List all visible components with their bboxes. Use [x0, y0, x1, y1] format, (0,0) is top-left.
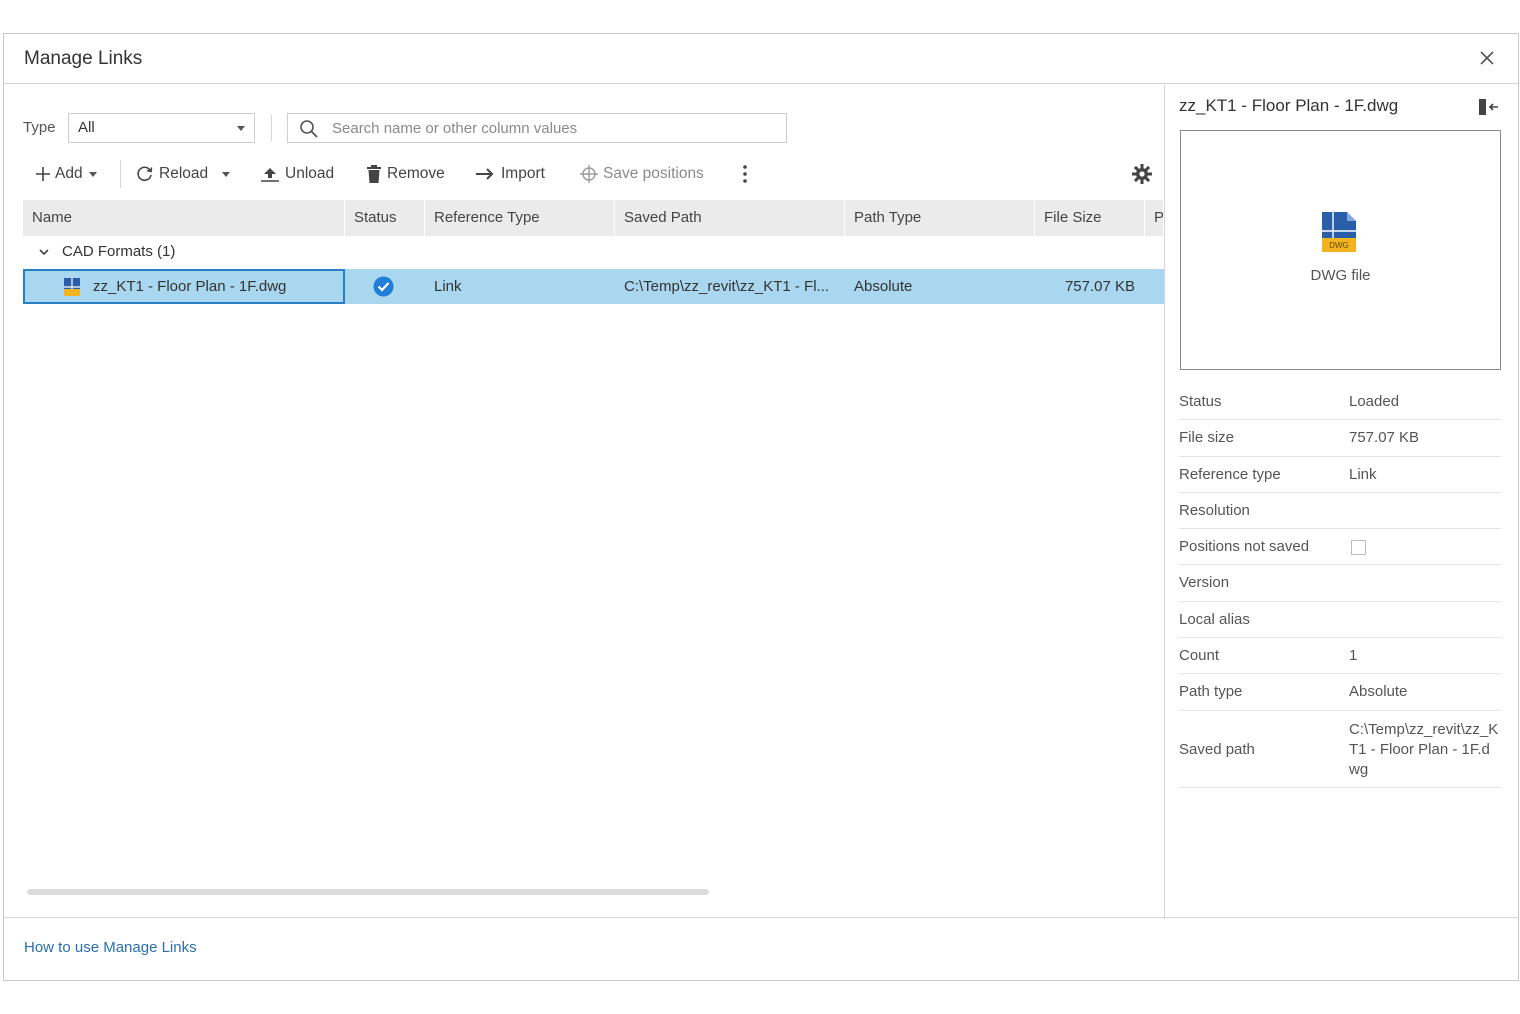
file-preview: DWG DWG file — [1180, 130, 1501, 370]
dialog-titlebar: Manage Links — [4, 34, 1518, 84]
property-version: Version — [1179, 565, 1501, 602]
import-label: Import — [501, 165, 545, 182]
column-header-saved-path[interactable]: Saved Path — [615, 200, 845, 236]
remove-button[interactable]: Remove — [365, 163, 445, 185]
type-label: Type — [23, 119, 56, 136]
chevron-down-icon[interactable] — [38, 246, 50, 258]
collapse-panel-icon[interactable] — [1477, 98, 1499, 116]
search-input[interactable] — [332, 118, 772, 138]
row-reference-type: Link — [434, 278, 462, 295]
dwg-file-icon: DWG — [1322, 212, 1356, 252]
preview-label: DWG file — [1310, 267, 1371, 284]
property-reference-type: Reference type Link — [1179, 457, 1501, 493]
manage-links-dialog: Manage Links Type All Add — [3, 33, 1519, 981]
property-path-type: Path type Absolute — [1179, 674, 1501, 711]
links-table: Name Status Reference Type Saved Path Pa… — [23, 200, 1164, 304]
search-box[interactable] — [287, 113, 787, 143]
property-resolution: Resolution — [1179, 493, 1501, 530]
dialog-title: Manage Links — [24, 48, 143, 69]
add-button[interactable]: Add — [35, 163, 97, 185]
positions-not-saved-checkbox[interactable] — [1351, 540, 1366, 556]
arrow-right-icon — [476, 168, 494, 180]
column-header-path-type[interactable]: Path Type — [845, 200, 1035, 236]
remove-label: Remove — [387, 165, 445, 182]
divider — [271, 115, 272, 141]
more-vertical-icon — [743, 165, 747, 183]
property-local-alias: Local alias — [1179, 602, 1501, 639]
import-button[interactable]: Import — [475, 163, 545, 185]
check-circle-icon — [373, 276, 394, 297]
reload-label: Reload — [159, 165, 209, 182]
property-positions-not-saved: Positions not saved — [1179, 529, 1501, 566]
settings-button[interactable] — [1131, 163, 1157, 185]
column-header-reference-type[interactable]: Reference Type — [425, 200, 615, 236]
plus-icon — [36, 167, 50, 181]
row-path-type: Absolute — [854, 278, 913, 295]
property-file-size: File size 757.07 KB — [1179, 420, 1501, 457]
search-icon — [300, 120, 318, 138]
horizontal-scrollbar[interactable] — [27, 889, 709, 895]
chevron-down-icon — [222, 171, 231, 177]
group-row-cad-formats[interactable]: CAD Formats (1) — [23, 236, 1164, 269]
reload-icon — [137, 166, 153, 182]
gear-icon — [1132, 164, 1152, 184]
row-saved-path: C:\Temp\zz_revit\zz_KT1 - Fl... — [624, 278, 830, 295]
table-row[interactable]: zz_KT1 - Floor Plan - 1F.dwg Link C:\Tem… — [23, 269, 1164, 304]
details-title: zz_KT1 - Floor Plan - 1F.dwg — [1179, 96, 1399, 115]
unload-button[interactable]: Unload — [259, 163, 334, 185]
svg-text:DWG: DWG — [1329, 241, 1349, 250]
group-label: CAD Formats (1) — [62, 243, 176, 260]
column-header-file-size[interactable]: File Size — [1035, 200, 1145, 236]
property-count: Count 1 — [1179, 638, 1501, 675]
dialog-footer: How to use Manage Links — [4, 917, 1518, 980]
column-header-truncated[interactable]: P — [1145, 200, 1164, 236]
more-button[interactable] — [741, 163, 753, 185]
filter-row: Type All — [23, 113, 1143, 143]
help-link[interactable]: How to use Manage Links — [24, 939, 197, 956]
add-label: Add — [55, 165, 83, 182]
name-cell[interactable]: zz_KT1 - Floor Plan - 1F.dwg — [23, 269, 345, 304]
chevron-down-icon — [237, 126, 245, 131]
column-header-status[interactable]: Status — [345, 200, 425, 236]
toolbar-divider — [120, 160, 121, 188]
property-saved-path: Saved path C:\Temp\zz_revit\zz_KT1 - Flo… — [1179, 711, 1501, 788]
trash-icon — [367, 165, 381, 183]
table-header: Name Status Reference Type Saved Path Pa… — [23, 200, 1164, 236]
chevron-down-icon — [88, 171, 97, 177]
properties-list: Status Loaded File size 757.07 KB Refere… — [1179, 384, 1501, 788]
details-panel: zz_KT1 - Floor Plan - 1F.dwg DWG DWG fil… — [1164, 85, 1519, 919]
save-positions-label: Save positions — [603, 165, 704, 182]
toolbar: Add Reload Unload Remove Import Save pos… — [23, 157, 1153, 191]
crosshair-icon — [580, 165, 598, 183]
type-dropdown[interactable]: All — [68, 113, 255, 143]
reload-button[interactable]: Reload — [135, 163, 231, 185]
save-positions-button[interactable]: Save positions — [579, 163, 704, 185]
close-icon[interactable] — [1476, 47, 1498, 69]
links-panel: Type All Add — [4, 85, 1164, 919]
property-status: Status Loaded — [1179, 384, 1501, 421]
unload-icon — [261, 168, 279, 182]
row-file-size: 757.07 KB — [1064, 278, 1135, 295]
column-header-name[interactable]: Name — [23, 200, 345, 236]
type-dropdown-value: All — [78, 119, 95, 136]
row-name: zz_KT1 - Floor Plan - 1F.dwg — [93, 278, 287, 295]
unload-label: Unload — [285, 165, 335, 182]
dwg-file-icon — [64, 278, 80, 296]
